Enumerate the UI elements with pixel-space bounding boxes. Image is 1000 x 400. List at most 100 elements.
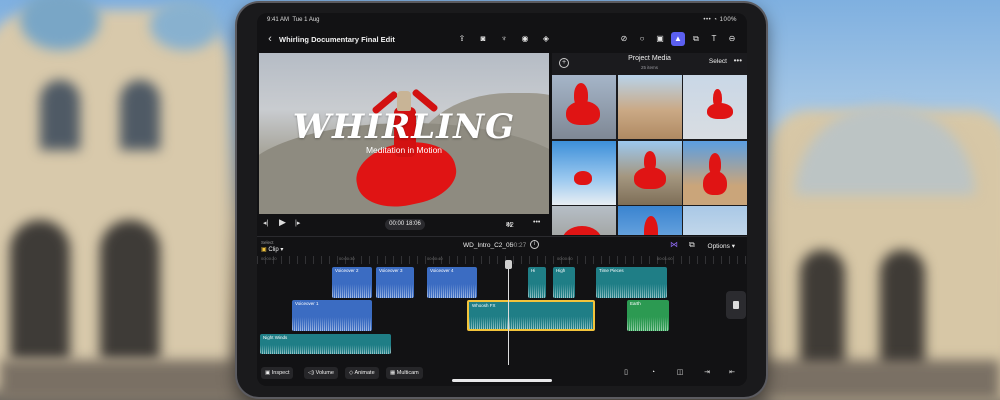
ruler-label: 00:01:00	[657, 256, 673, 261]
transition-icon[interactable]: ⧉	[689, 32, 703, 46]
timeline-clip[interactable]: Voiceover 3	[376, 267, 414, 298]
audio-waveform	[427, 277, 477, 298]
audio-waveform	[528, 277, 546, 298]
status-date: Tue 1 Aug	[292, 17, 320, 23]
media-thumb-4[interactable]	[552, 140, 616, 205]
clip-square-icon: ▣	[261, 247, 267, 253]
media-thumb-8[interactable]	[617, 206, 682, 235]
audio-waveform	[596, 277, 667, 298]
media-thumb-9[interactable]	[683, 206, 747, 235]
zoom-unit: %	[506, 222, 513, 229]
multicam-label: Multicam	[396, 370, 419, 376]
home-indicator[interactable]	[452, 379, 552, 382]
timeline-clip[interactable]: Voiceover 4	[427, 267, 477, 298]
media-icon[interactable]: ▲	[671, 32, 685, 46]
top-toolbar: ‹ Whirling Documentary Final Edit ⇪ ◙ ♆ …	[257, 27, 747, 53]
video-viewer[interactable]: WHIRLING Meditation in Motion	[259, 53, 549, 214]
text-icon[interactable]: T	[707, 32, 721, 46]
clip-selector[interactable]: ▣ Clip ▾	[261, 246, 283, 253]
detach-icon[interactable]: ⇥	[701, 367, 713, 379]
select-button[interactable]: Select	[709, 58, 727, 65]
ruler-label: 00:00:30	[339, 256, 355, 261]
media-thumb-2[interactable]	[617, 75, 682, 139]
timeline-clip[interactable]: Time Pieces	[596, 267, 667, 298]
media-thumb-3[interactable]	[683, 75, 747, 139]
audio-waveform	[376, 277, 414, 298]
media-more-icon[interactable]: •••	[734, 56, 742, 65]
playback-controls: ◂| ▶ |▸ 00:00 18:06 42 % •••	[257, 216, 552, 233]
animate-button[interactable]: ◇ Animate	[345, 367, 379, 379]
viewer-more-icon[interactable]: •••	[533, 219, 540, 226]
clip-label: Voiceover 3	[379, 268, 403, 273]
inspect-label: Inspect	[271, 370, 290, 376]
multicam-button[interactable]: ▦ Multicam	[386, 367, 423, 379]
timeline-clip[interactable]: Earth	[627, 300, 669, 331]
selected-timeline-clip[interactable]: Whoosh FX	[467, 300, 595, 331]
inspect-button[interactable]: ▣ Inspect	[261, 367, 294, 379]
media-grid	[552, 75, 747, 235]
speed-icon[interactable]: ◔	[647, 367, 659, 379]
media-count: 25 items	[640, 65, 658, 70]
status-time-value: 9:41 AM	[267, 17, 290, 23]
media-thumb-7[interactable]	[552, 206, 616, 235]
timeline-clip[interactable]: Hi	[528, 267, 546, 298]
volume-button[interactable]: ◁) Volume	[304, 367, 338, 379]
timeline-ruler[interactable]: 00:00:20 00:00:30 00:00:40 00:00:50 00:0…	[257, 256, 747, 264]
options-label: Options	[707, 243, 730, 250]
step-back-icon[interactable]: ◂|	[263, 219, 268, 227]
clip-label: Whoosh FX	[472, 303, 496, 308]
split-clip-icon[interactable]: ◫	[674, 367, 686, 379]
step-forward-icon[interactable]: |▸	[295, 219, 300, 227]
audio-waveform	[260, 341, 391, 354]
viewer-title-text: WHIRLING	[292, 107, 516, 147]
paint-icon[interactable]: ◈	[539, 32, 553, 46]
photo-icon[interactable]: ▣	[653, 32, 667, 46]
clip-label: Voiceover 2	[335, 268, 359, 273]
animate-label: Animate	[354, 370, 375, 376]
camera-icon[interactable]: ◙	[476, 32, 490, 46]
timeline-duration: 00:27	[510, 242, 527, 249]
timecode-display: 00:00 18:06	[385, 219, 425, 230]
play-icon[interactable]: ▶	[279, 217, 286, 228]
split-icon[interactable]: ⋈	[670, 240, 678, 249]
timeline-clip[interactable]: Voiceover 2	[332, 267, 372, 298]
project-media-panel: + Project Media 25 items Select •••	[552, 53, 747, 235]
options-button[interactable]: Options ▾	[708, 242, 735, 250]
ruler-label: 00:00:40	[427, 256, 443, 261]
back-chevron-icon[interactable]: ‹	[263, 32, 277, 46]
trash-icon[interactable]: ▯	[620, 367, 632, 379]
clip-label: Time Pieces	[599, 268, 624, 273]
more-icon[interactable]: ⊖	[725, 32, 739, 46]
clip-label: Night Winds	[263, 335, 288, 340]
layers-icon[interactable]: ⧉	[689, 240, 695, 250]
project-title: Whirling Documentary Final Edit	[279, 35, 395, 44]
share-icon[interactable]: ⇪	[455, 32, 469, 46]
media-header: + Project Media 25 items Select •••	[552, 53, 747, 75]
timeline-clip[interactable]: High	[553, 267, 575, 298]
audio-waveform	[553, 277, 575, 298]
media-thumb-5[interactable]	[617, 140, 682, 205]
clip-label: Hi	[531, 268, 536, 273]
timeline-clip[interactable]: Voiceover 1	[292, 300, 372, 331]
audio-waveform	[627, 310, 669, 331]
playhead-knob[interactable]	[505, 260, 512, 269]
playhead[interactable]	[505, 260, 512, 367]
viewer-subtitle-text: Meditation in Motion	[365, 145, 443, 155]
microphone-icon[interactable]: ♆	[497, 32, 511, 46]
clip-label: Earth	[630, 301, 641, 306]
timeline-clip[interactable]: Night Winds	[260, 334, 391, 354]
status-time: 9:41 AM Tue 1 Aug	[267, 17, 320, 23]
record-icon[interactable]: ◉	[518, 32, 532, 46]
toolbar-icons: ⇪ ◙ ♆ ◉ ◈	[455, 32, 553, 46]
slash-icon[interactable]: ⊘	[617, 32, 631, 46]
extend-icon[interactable]: ⇤	[726, 367, 738, 379]
info-icon[interactable]: i	[530, 240, 539, 249]
ruler-label: 00:00:20	[261, 256, 277, 261]
ipad-device: 9:41 AM Tue 1 Aug ••• ◔ 100% ‹ Whirling …	[237, 3, 766, 397]
timeline-side-handle[interactable]	[726, 291, 746, 319]
ruler-label: 00:00:50	[557, 256, 573, 261]
app-screen: 9:41 AM Tue 1 Aug ••• ◔ 100% ‹ Whirling …	[257, 13, 747, 386]
media-thumb-6[interactable]	[683, 140, 747, 205]
media-thumb-1[interactable]	[552, 75, 616, 139]
loop-icon[interactable]: ○	[635, 32, 649, 46]
